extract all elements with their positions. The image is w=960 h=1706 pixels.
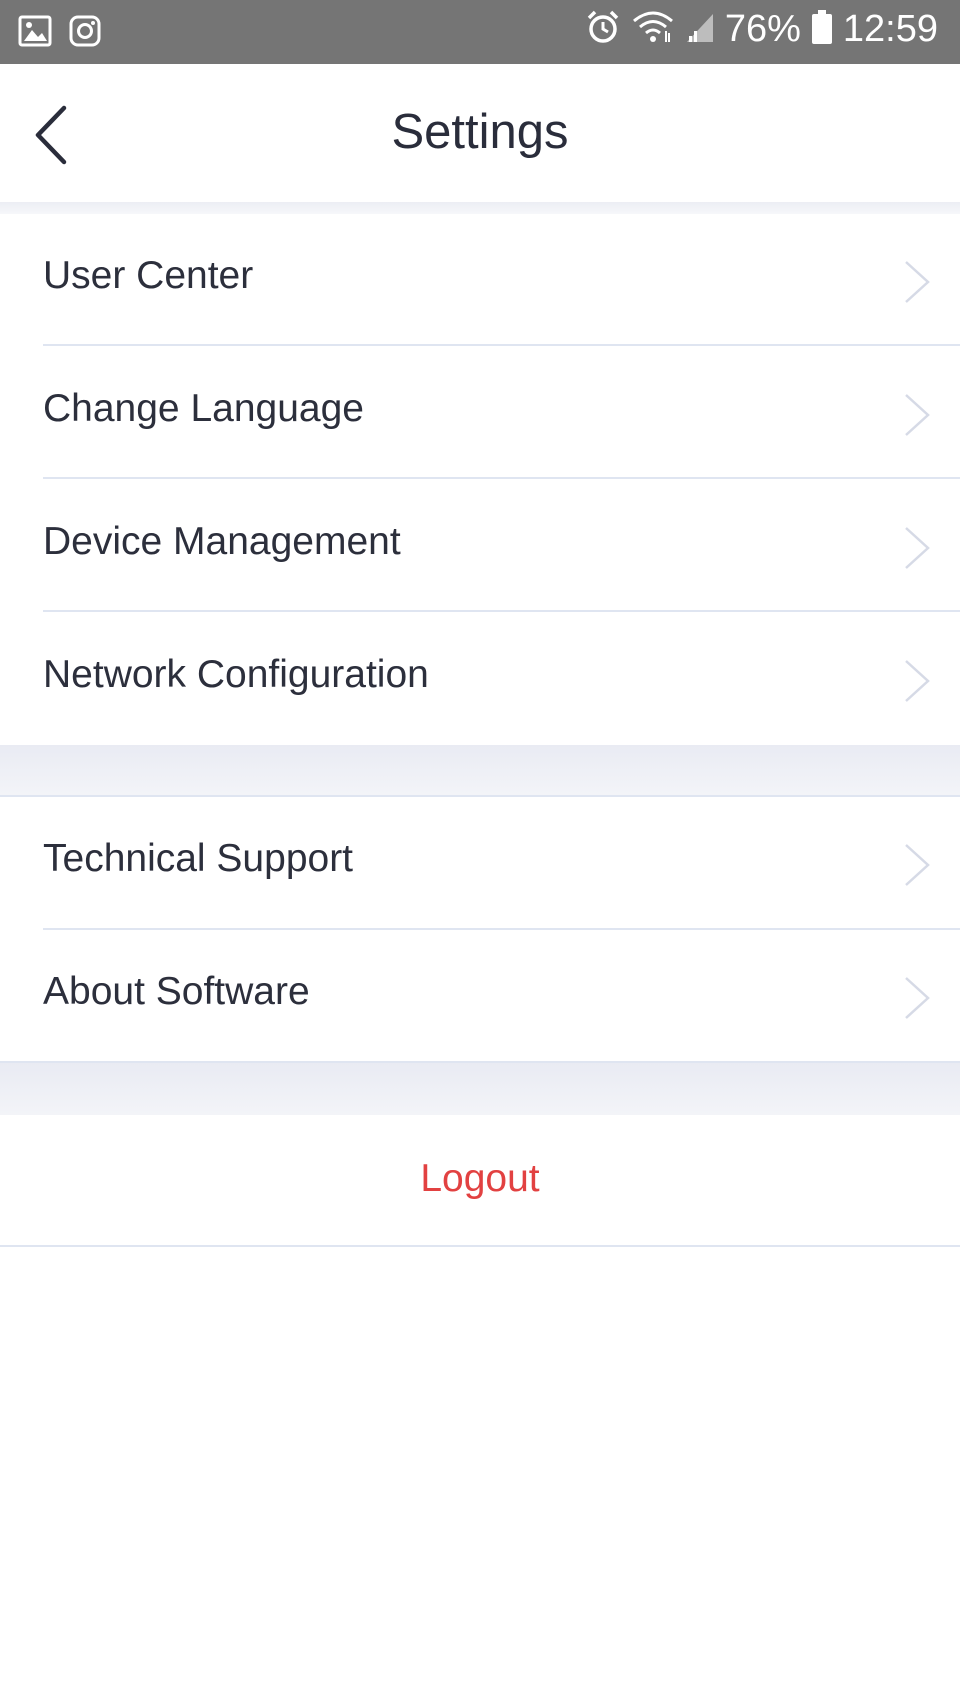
menu-item-device-management[interactable]: Device Management [0, 480, 960, 612]
menu-item-label: Network Configuration [43, 653, 429, 696]
status-bar: 76% 12:59 [0, 0, 960, 64]
chevron-right-icon [902, 841, 932, 889]
menu-item-label: User Center [43, 254, 254, 297]
instagram-icon [68, 14, 102, 53]
menu-item-about-software[interactable]: About Software [0, 930, 960, 1062]
wifi-icon [631, 9, 675, 50]
signal-icon [685, 10, 715, 49]
chevron-right-icon [902, 391, 932, 439]
menu-item-label: Device Management [43, 520, 401, 563]
gallery-icon [18, 14, 52, 53]
app-bar: Settings [0, 64, 960, 204]
header-shadow [0, 202, 960, 214]
clock: 12:59 [842, 8, 938, 50]
section-separator [0, 1063, 960, 1115]
chevron-right-icon [902, 974, 932, 1022]
divider [43, 610, 960, 612]
logout-label: Logout [420, 1157, 540, 1200]
menu-item-network-configuration[interactable]: Network Configuration [0, 613, 960, 745]
alarm-icon [585, 9, 621, 50]
battery-percent: 76% [724, 8, 801, 50]
menu-item-label: Change Language [43, 387, 364, 430]
divider [43, 344, 960, 346]
chevron-right-icon [902, 258, 932, 306]
menu-item-technical-support[interactable]: Technical Support [0, 797, 960, 929]
section-separator [0, 745, 960, 795]
chevron-right-icon [902, 657, 932, 705]
battery-icon [811, 9, 833, 50]
menu-item-label: About Software [43, 970, 310, 1013]
menu-item-change-language[interactable]: Change Language [0, 347, 960, 479]
menu-item-label: Technical Support [43, 837, 354, 880]
chevron-right-icon [902, 524, 932, 572]
menu-item-user-center[interactable]: User Center [0, 214, 960, 346]
divider [0, 1245, 960, 1247]
divider [43, 477, 960, 479]
logout-button[interactable]: Logout [0, 1115, 960, 1245]
page-title: Settings [391, 105, 569, 159]
